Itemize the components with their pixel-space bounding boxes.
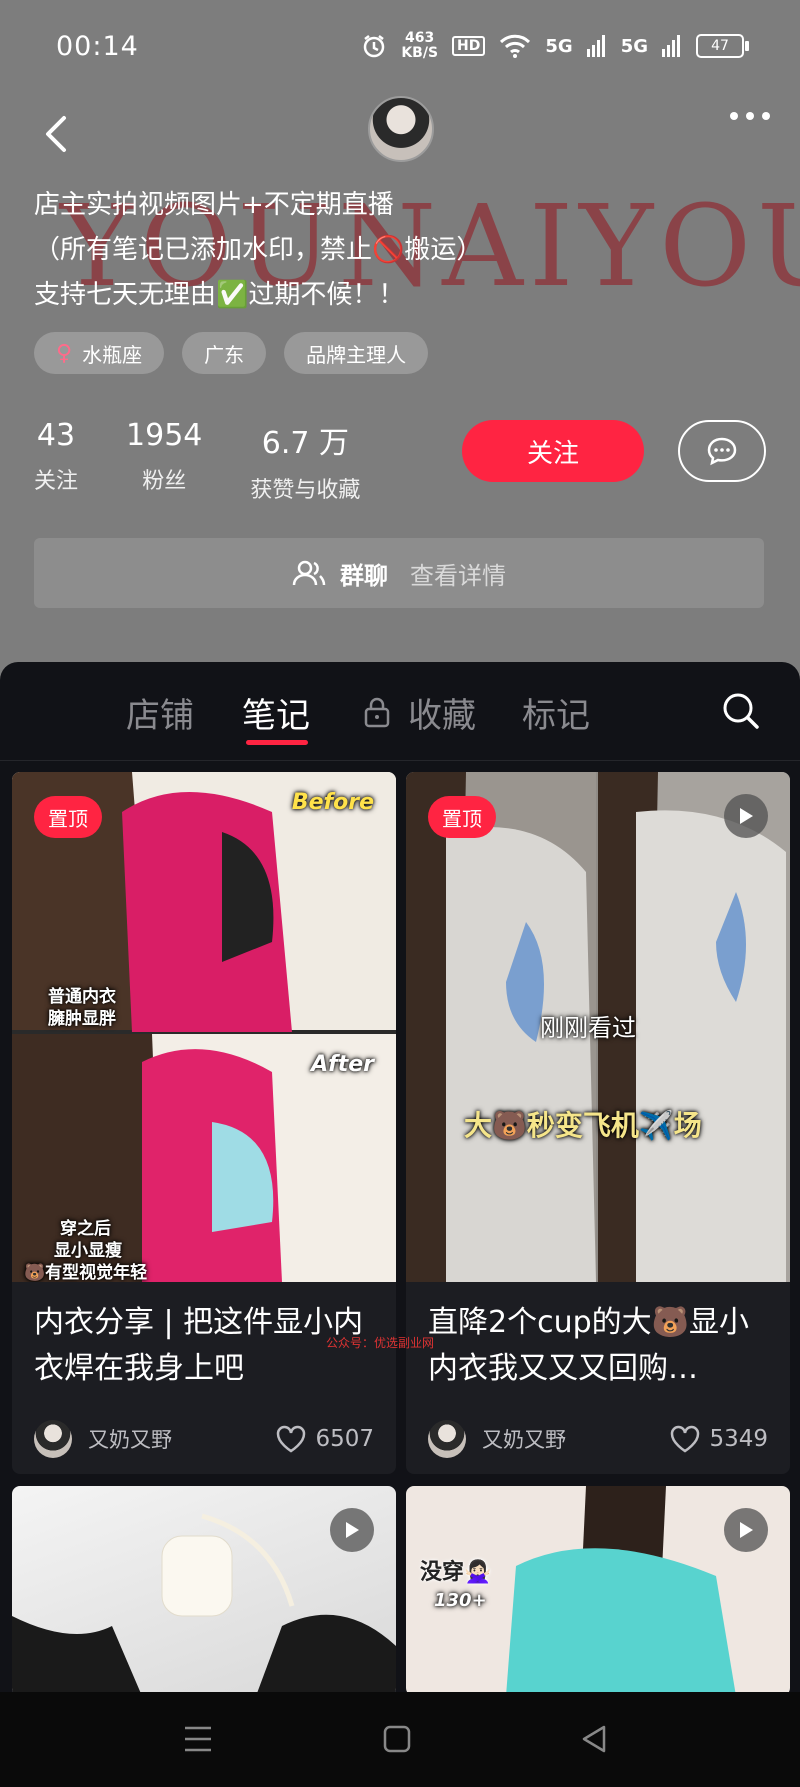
profile-stats: 43 关注 1954 粉丝 6.7 万 获赞与收藏 [34,418,360,504]
caption-text: 没穿🙅🏻‍♀️ [420,1560,492,1585]
author-avatar[interactable] [428,1420,466,1458]
note-footer: 又奶又野 6507 [12,1404,396,1474]
author-name[interactable]: 又奶又野 [88,1424,275,1454]
like-count: 6507 [315,1426,374,1452]
tab-active-indicator [246,740,308,745]
recently-viewed-label: 刚刚看过 [540,1014,636,1042]
more-options-icon[interactable] [730,112,770,120]
alarm-icon [364,35,385,58]
signal-5g-1: 5G [545,35,573,57]
group-chat-bar[interactable]: 群聊 查看详情 [34,538,764,608]
female-icon: ♀ [56,340,73,366]
follow-button[interactable]: 关注 [462,420,644,482]
content-panel: 店铺 笔记 收藏 标记 置顶 Before 普通内衣 臃肿显胖 After 穿之… [0,662,800,1692]
back-arrow-icon[interactable] [36,112,80,156]
search-icon[interactable] [720,690,760,730]
status-bar: 00:14 463 KB/S HD 5G 5G 47 [0,0,800,92]
headline-text: 大🐻秒变飞机✈️场 [464,1109,702,1142]
group-chat-link[interactable]: 查看详情 [410,556,506,591]
status-time: 00:14 [56,30,139,62]
note-thumbnail: 没穿🙅🏻‍♀️ 130+ [406,1486,790,1692]
wifi-icon [500,34,531,58]
pinned-badge: 置顶 [34,796,102,838]
chat-bubble-icon [707,437,737,466]
caption-text: 130+ [434,1590,487,1611]
lock-icon [364,697,390,728]
stat-following[interactable]: 43 关注 [34,418,78,504]
tag-zodiac: ♀ 水瓶座 [34,332,165,374]
caption-text: 🐻有型视觉年轻 [24,1263,148,1282]
battery-icon: 47 [696,34,749,58]
note-footer: 又奶又野 5349 [406,1404,790,1474]
note-card[interactable]: 置顶 刚刚看过 大🐻秒变飞机✈️场 直降2个cup的大🐻显小内衣我又又又回购… … [406,772,790,1474]
profile-tags: ♀ 水瓶座 广东 品牌主理人 [34,332,429,374]
net-speed: 463 KB/S [401,30,439,61]
signal-bars-icon [586,35,605,57]
signal-5g-2: 5G [620,35,648,57]
note-title: 直降2个cup的大🐻显小内衣我又又又回购… [428,1305,749,1386]
heart-icon [671,1425,700,1453]
note-card[interactable] [12,1486,396,1692]
tab-shop[interactable]: 店铺 [126,688,194,737]
tag-location: 广东 [182,332,267,374]
after-label: After [311,1052,374,1077]
note-card[interactable]: 没穿🙅🏻‍♀️ 130+ [406,1486,790,1692]
before-label: Before [291,790,374,815]
video-play-icon [724,794,768,838]
bio-line: 支持七天无理由✅过期不候！！ [34,280,405,310]
tag-role: 品牌主理人 [284,332,429,374]
group-chat-title: 群聊 [340,561,388,590]
small-watermark: 公众号：优选副业网 [326,1336,435,1350]
back-triangle-icon[interactable] [580,1724,608,1754]
tab-collections[interactable]: 收藏 [408,688,476,737]
system-nav-bar [0,1692,800,1787]
like-button[interactable]: 6507 [275,1425,374,1453]
author-avatar[interactable] [34,1420,72,1458]
video-play-icon [330,1508,374,1552]
message-button[interactable] [678,420,766,482]
tab-notes[interactable]: 笔记 [242,688,310,737]
author-name[interactable]: 又奶又野 [482,1424,669,1454]
like-button[interactable]: 5349 [669,1425,768,1453]
heart-icon [277,1425,306,1453]
status-icons: 463 KB/S HD 5G 5G 47 [361,30,749,61]
note-thumbnail: 置顶 刚刚看过 大🐻秒变飞机✈️场 [406,772,790,1282]
pinned-badge: 置顶 [428,796,496,838]
like-count: 5349 [709,1426,768,1452]
avatar[interactable] [368,96,434,162]
caption-text: 臃肿显胖 [48,1009,116,1029]
stat-likes-collects[interactable]: 6.7 万 获赞与收藏 [250,418,360,504]
note-thumbnail: 置顶 Before 普通内衣 臃肿显胖 After 穿之后 显小显瘦 🐻有型视觉… [12,772,396,1282]
bio-line: 店主实拍视频图片+不定期直播 [34,190,394,220]
signal-bars-icon [662,35,680,57]
bio-line: （所有笔记已添加水印，禁止🚫搬运） [34,235,483,265]
note-card[interactable]: 置顶 Before 普通内衣 臃肿显胖 After 穿之后 显小显瘦 🐻有型视觉… [12,772,396,1474]
hd-icon: HD [452,36,486,56]
tab-bar: 店铺 笔记 收藏 标记 [0,662,800,761]
video-play-icon [724,1508,768,1552]
home-icon[interactable] [383,1725,411,1753]
stat-followers[interactable]: 1954 粉丝 [126,418,202,504]
menu-icon[interactable] [183,1725,213,1753]
group-icon [292,560,326,586]
note-thumbnail [12,1486,396,1692]
profile-bio: 店主实拍视频图片+不定期直播 （所有笔记已添加水印，禁止🚫搬运） 支持七天无理由… [34,183,482,318]
tab-marks[interactable]: 标记 [522,688,590,737]
